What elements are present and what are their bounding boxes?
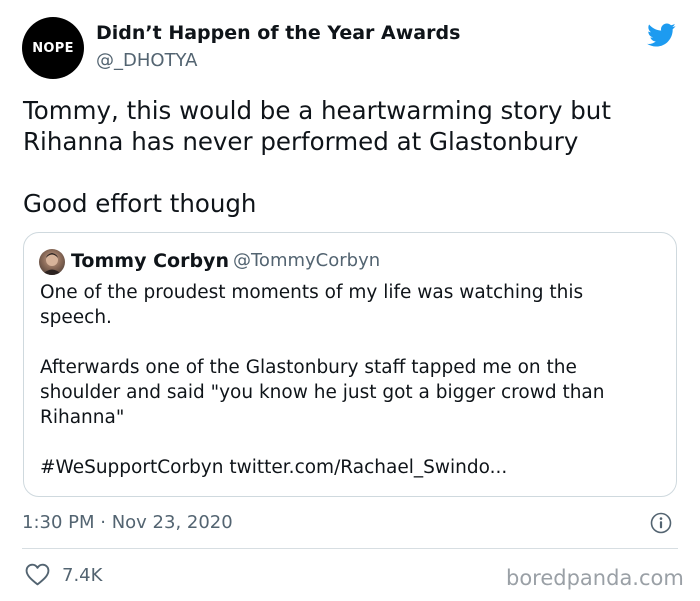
quoted-paragraph-gap <box>40 430 660 455</box>
author-avatar[interactable]: NOPE <box>22 17 84 79</box>
tweet-line: Good effort though <box>23 189 257 218</box>
avatar-text: NOPE <box>32 40 74 56</box>
quoted-line: speech. <box>40 307 112 328</box>
heart-icon[interactable] <box>25 563 50 586</box>
author-display-name[interactable]: Didn’t Happen of the Year Awards <box>96 22 460 44</box>
quoted-line: #WeSupportCorbyn twitter.com/Rachael_Swi… <box>40 457 508 478</box>
quoted-tweet-card[interactable]: Tommy Corbyn @TommyCorbyn One of the pro… <box>23 232 677 497</box>
tweet-line: Tommy, this would be a heartwarming stor… <box>23 96 611 125</box>
quoted-author-handle: @TommyCorbyn <box>233 250 381 271</box>
divider <box>22 548 678 549</box>
like-count: 7.4K <box>62 565 103 586</box>
author-handle[interactable]: @_DHOTYA <box>96 50 197 71</box>
quoted-line: One of the proudest moments of my life w… <box>40 282 584 303</box>
twitter-bird-icon[interactable] <box>644 20 678 50</box>
quoted-line: shoulder and said "you know he just got … <box>40 382 605 403</box>
quoted-line: Rihanna" <box>40 407 125 428</box>
quoted-paragraph-gap <box>40 330 660 355</box>
quoted-author-name: Tommy Corbyn <box>71 250 229 272</box>
tweet-paragraph-gap <box>23 157 683 188</box>
quoted-tweet-text: One of the proudest moments of my life w… <box>40 280 660 480</box>
tweet-text: Tommy, this would be a heartwarming stor… <box>23 95 683 219</box>
person-photo-icon <box>42 253 62 275</box>
info-icon[interactable] <box>650 512 672 534</box>
quoted-line: Afterwards one of the Glastonbury staff … <box>40 357 577 378</box>
tweet-timestamp[interactable]: 1:30 PM · Nov 23, 2020 <box>22 512 233 533</box>
quoted-author-avatar <box>39 249 65 275</box>
tweet-line: Rihanna has never performed at Glastonbu… <box>23 127 579 156</box>
watermark: boredpanda.com <box>506 566 684 590</box>
